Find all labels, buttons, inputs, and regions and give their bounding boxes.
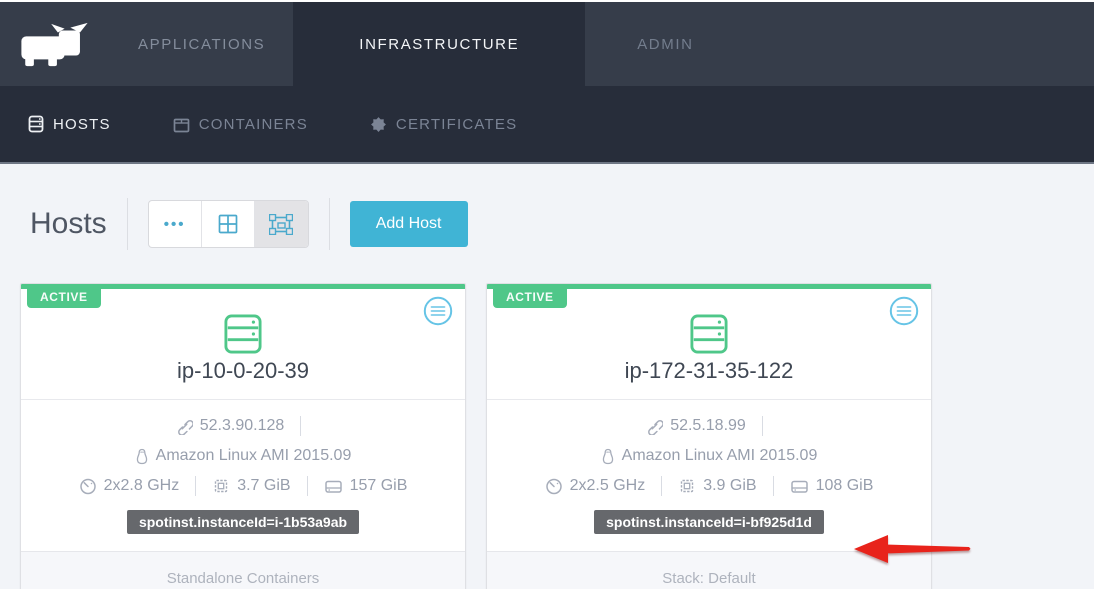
divider	[307, 476, 308, 496]
containers-icon	[173, 116, 190, 133]
machine-view-button[interactable]	[255, 201, 308, 247]
specs-row: 2x2.8 GHz 3.7 GiB 157 G	[21, 471, 465, 501]
host-label-tag[interactable]: spotinst.instanceId=i-1b53a9ab	[127, 510, 359, 534]
link-icon	[176, 418, 193, 435]
host-card[interactable]: ACTIVE	[20, 283, 466, 589]
subnav-label: CONTAINERS	[199, 116, 308, 133]
card-details: 52.5.18.99 Amazon Linux AMI 2015.09	[487, 400, 931, 552]
list-view-button[interactable]: •••	[149, 201, 202, 247]
divider	[661, 476, 662, 496]
certificates-icon	[370, 116, 387, 133]
footer-clipped-text: Standalone Containers	[21, 552, 465, 587]
top-nav: APPLICATIONS INFRASTRUCTURE ADMIN	[0, 2, 1094, 86]
machine-view-icon	[269, 214, 293, 235]
labels-row: spotinst.instanceId=i-1b53a9ab	[21, 510, 465, 552]
link-icon	[646, 418, 663, 435]
subnav-item-hosts[interactable]: HOSTS	[28, 115, 111, 133]
add-host-button[interactable]: Add Host	[350, 201, 468, 247]
cpu-speed-icon	[79, 477, 97, 495]
rancher-app: APPLICATIONS INFRASTRUCTURE ADMIN HOSTS …	[0, 2, 1094, 591]
linux-icon	[601, 448, 615, 465]
red-annotation-arrow	[852, 533, 974, 567]
divider	[762, 416, 763, 436]
os-name: Amazon Linux AMI 2015.09	[156, 447, 352, 465]
hosts-page: Hosts •••	[0, 164, 1094, 589]
status-badge: ACTIVE	[27, 284, 101, 308]
divider	[127, 198, 128, 250]
public-ip-row: 52.5.18.99	[487, 411, 931, 441]
card-menu-button[interactable]	[889, 296, 919, 326]
os-name: Amazon Linux AMI 2015.09	[622, 447, 818, 465]
list-view-icon: •••	[164, 216, 186, 233]
storage-value: 108 GiB	[816, 477, 874, 495]
memory-value: 3.9 GiB	[703, 477, 756, 495]
host-server-icon	[224, 314, 262, 354]
view-mode-switcher: •••	[148, 200, 309, 248]
os-row: Amazon Linux AMI 2015.09	[21, 441, 465, 471]
memory-icon	[212, 477, 230, 495]
divider	[300, 416, 301, 436]
public-ip-row: 52.3.90.128	[21, 411, 465, 441]
host-label-tag[interactable]: spotinst.instanceId=i-bf925d1d	[594, 510, 824, 534]
divider	[773, 476, 774, 496]
rancher-logo[interactable]	[0, 2, 110, 86]
card-menu-button[interactable]	[423, 296, 453, 326]
memory-value: 3.7 GiB	[237, 477, 290, 495]
specs-row: 2x2.5 GHz 3.9 GiB 108 G	[487, 471, 931, 501]
cpu-value: 2x2.5 GHz	[570, 477, 646, 495]
disk-icon	[790, 478, 809, 495]
card-footer: Standalone Containers	[21, 552, 465, 589]
host-name[interactable]: ip-172-31-35-122	[487, 358, 931, 384]
disk-icon	[324, 478, 343, 495]
cpu-speed-icon	[545, 477, 563, 495]
grid-view-icon	[218, 214, 238, 234]
hosts-toolbar: Hosts •••	[30, 200, 1094, 248]
rancher-bull-icon	[19, 20, 91, 68]
host-server-icon	[690, 314, 728, 354]
card-details: 52.3.90.128 Amazon Linux AMI 2015.09	[21, 400, 465, 552]
os-row: Amazon Linux AMI 2015.09	[487, 441, 931, 471]
tab-admin[interactable]: ADMIN	[585, 2, 745, 86]
subnav-item-containers[interactable]: CONTAINERS	[173, 116, 308, 133]
hamburger-menu-icon	[889, 296, 919, 326]
page-title: Hosts	[30, 207, 107, 241]
grid-view-button[interactable]	[202, 201, 255, 247]
subnav-item-certificates[interactable]: CERTIFICATES	[370, 116, 517, 133]
status-badge: ACTIVE	[493, 284, 567, 308]
subnav-label: CERTIFICATES	[396, 116, 517, 133]
cpu-value: 2x2.8 GHz	[104, 477, 180, 495]
public-ip: 52.3.90.128	[200, 417, 285, 435]
subnav-label: HOSTS	[53, 116, 111, 133]
tab-applications[interactable]: APPLICATIONS	[110, 2, 293, 86]
public-ip: 52.5.18.99	[670, 417, 746, 435]
linux-icon	[135, 448, 149, 465]
tab-infrastructure[interactable]: INFRASTRUCTURE	[293, 2, 585, 86]
memory-icon	[678, 477, 696, 495]
hamburger-menu-icon	[423, 296, 453, 326]
divider	[329, 198, 330, 250]
host-name[interactable]: ip-10-0-20-39	[21, 358, 465, 384]
divider	[195, 476, 196, 496]
hosts-icon	[28, 115, 44, 133]
storage-value: 157 GiB	[350, 477, 408, 495]
infrastructure-subnav: HOSTS CONTAINERS CERTIFICATES	[0, 86, 1094, 164]
